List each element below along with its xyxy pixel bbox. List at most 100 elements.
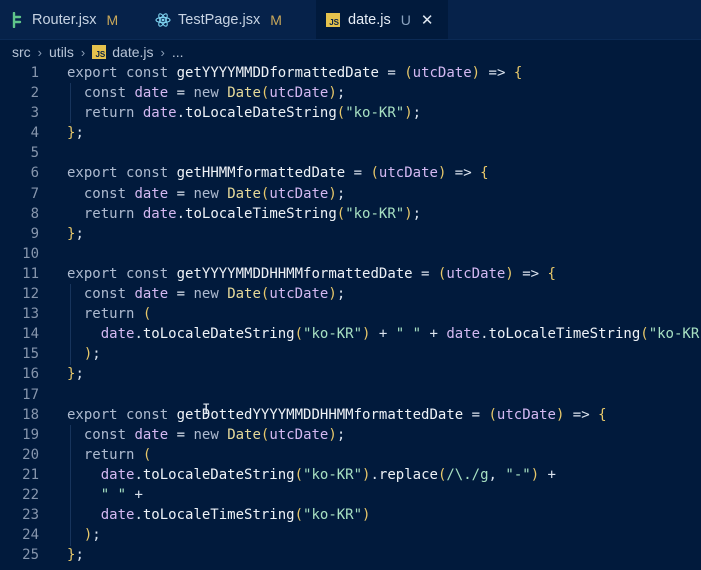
code-line[interactable]: 7 const date = new Date(utcDate); — [0, 184, 701, 204]
code-text: const date = new Date(utcDate); — [83, 426, 346, 443]
code-text: export const getDottedYYYYMMDDHHMMformat… — [67, 406, 607, 423]
code-text: }; — [67, 366, 84, 383]
tab-label: date.js — [348, 11, 391, 28]
js-badge: JS — [326, 12, 340, 27]
code-line[interactable]: 11 export const getYYYYMMDDHHMMformattedD… — [0, 264, 701, 284]
code-text: }; — [67, 225, 84, 242]
line-number: 24 — [22, 527, 39, 544]
line-number: 12 — [22, 286, 39, 303]
untracked-badge: U — [400, 11, 411, 28]
code-line[interactable]: 25}; — [0, 545, 701, 565]
line-number: 21 — [22, 466, 39, 483]
line-number: 9 — [30, 225, 39, 242]
tab-router-jsx[interactable]: Router.jsx M — [0, 0, 146, 39]
text-cursor-icon: I — [202, 402, 211, 418]
code-text: date.toLocaleDateString("ko-KR").replace… — [100, 466, 556, 483]
code-line[interactable]: 14 date.toLocaleDateString("ko-KR") + " … — [0, 324, 701, 344]
line-number: 20 — [22, 446, 39, 463]
breadcrumb-utils[interactable]: utils — [49, 44, 74, 60]
line-number: 13 — [22, 306, 39, 323]
code-line[interactable]: 20 return ( — [0, 445, 701, 465]
line-number: 4 — [30, 125, 39, 142]
line-number: 16 — [22, 366, 39, 383]
code-line[interactable]: 10 — [0, 244, 701, 264]
line-number: 19 — [22, 426, 39, 443]
code-line[interactable]: 8 return date.toLocaleTimeString("ko-KR"… — [0, 204, 701, 224]
code-editor[interactable]: 1 export const getYYYYMMDDformattedDate =… — [0, 63, 701, 570]
code-line[interactable]: 16}; — [0, 364, 701, 384]
code-line[interactable]: 2 const date = new Date(utcDate); — [0, 83, 701, 103]
code-text: return ( — [83, 446, 152, 463]
line-number: 17 — [22, 386, 39, 403]
tab-testpage-jsx[interactable]: TestPage.jsx M — [146, 0, 316, 39]
line-number: 5 — [30, 145, 39, 162]
code-text: return date.toLocaleTimeString("ko-KR"); — [83, 205, 422, 222]
line-number: 3 — [30, 105, 39, 122]
line-number: 15 — [22, 346, 39, 363]
code-line[interactable]: 13 return ( — [0, 304, 701, 324]
code-line[interactable]: 18 export const getDottedYYYYMMDDHHMMform… — [0, 405, 701, 425]
close-icon[interactable]: ✕ — [421, 11, 434, 29]
javascript-file-icon: JS — [324, 11, 342, 29]
code-line[interactable]: 17 — [0, 385, 701, 405]
line-number: 8 — [30, 205, 39, 222]
code-text: ); — [83, 527, 101, 544]
line-number: 22 — [22, 486, 39, 503]
code-text: const date = new Date(utcDate); — [83, 185, 346, 202]
breadcrumb-symbols[interactable]: ... — [172, 44, 184, 60]
breadcrumb: src › utils › JS date.js › ... — [0, 40, 701, 64]
editor-tab-bar: Router.jsx M TestPage.jsx M JS date.js U… — [0, 0, 701, 40]
react-icon — [154, 11, 172, 29]
line-number: 2 — [30, 85, 39, 102]
code-line[interactable]: 21 date.toLocaleDateString("ko-KR").repl… — [0, 465, 701, 485]
modified-badge: M — [270, 11, 282, 28]
modified-badge: M — [106, 11, 119, 28]
code-line[interactable]: 5 — [0, 143, 701, 163]
line-number: 10 — [22, 245, 39, 262]
code-line[interactable]: 12 const date = new Date(utcDate); — [0, 284, 701, 304]
tab-date-js[interactable]: JS date.js U ✕ — [316, 0, 448, 39]
breadcrumb-file[interactable]: date.js — [112, 44, 153, 60]
code-text: " " + — [100, 486, 143, 503]
code-line[interactable]: 19 const date = new Date(utcDate); — [0, 425, 701, 445]
javascript-file-icon: JS — [92, 45, 107, 59]
line-number: 1 — [30, 65, 39, 81]
code-text: return ( — [83, 306, 152, 323]
code-text: const date = new Date(utcDate); — [83, 85, 346, 102]
tab-label: Router.jsx — [32, 11, 97, 28]
code-line[interactable]: 15 ); — [0, 344, 701, 364]
code-line[interactable]: 22 " " + — [0, 485, 701, 505]
code-line[interactable]: 6 export const getHHMMformattedDate = (ut… — [0, 163, 701, 183]
code-text: date.toLocaleTimeString("ko-KR") — [100, 507, 371, 524]
breadcrumb-src[interactable]: src — [12, 44, 31, 60]
code-text: const date = new Date(utcDate); — [83, 286, 346, 303]
line-number: 6 — [30, 165, 39, 182]
chevron-right-icon: › — [37, 44, 43, 60]
line-number: 18 — [22, 406, 39, 423]
code-line[interactable]: 23 date.toLocaleTimeString("ko-KR") — [0, 505, 701, 525]
code-text: export const getHHMMformattedDate = (utc… — [67, 165, 489, 182]
line-number: 23 — [22, 507, 39, 524]
code-text: export const getYYYYMMDDformattedDate = … — [67, 65, 523, 81]
code-line[interactable]: 1 export const getYYYYMMDDformattedDate =… — [0, 63, 701, 83]
code-line[interactable]: 3 return date.toLocaleDateString("ko-KR"… — [0, 103, 701, 123]
code-text: }; — [67, 547, 84, 564]
line-number: 11 — [22, 265, 39, 282]
code-text: date.toLocaleDateString("ko-KR") + " " +… — [100, 326, 701, 343]
line-number: 7 — [30, 185, 39, 202]
code-line[interactable]: 4}; — [0, 123, 701, 143]
code-text: }; — [67, 125, 84, 142]
chevron-right-icon: › — [160, 44, 165, 60]
git-branch-icon — [8, 11, 26, 29]
line-number: 25 — [22, 547, 39, 564]
code-text: export const getYYYYMMDDHHMMformattedDat… — [67, 265, 556, 282]
line-number: 14 — [22, 326, 39, 343]
code-text: return date.toLocaleDateString("ko-KR"); — [83, 105, 422, 122]
code-line[interactable]: 9}; — [0, 224, 701, 244]
code-text: ); — [83, 346, 101, 363]
code-line[interactable]: 24 ); — [0, 525, 701, 545]
chevron-right-icon: › — [80, 44, 86, 60]
